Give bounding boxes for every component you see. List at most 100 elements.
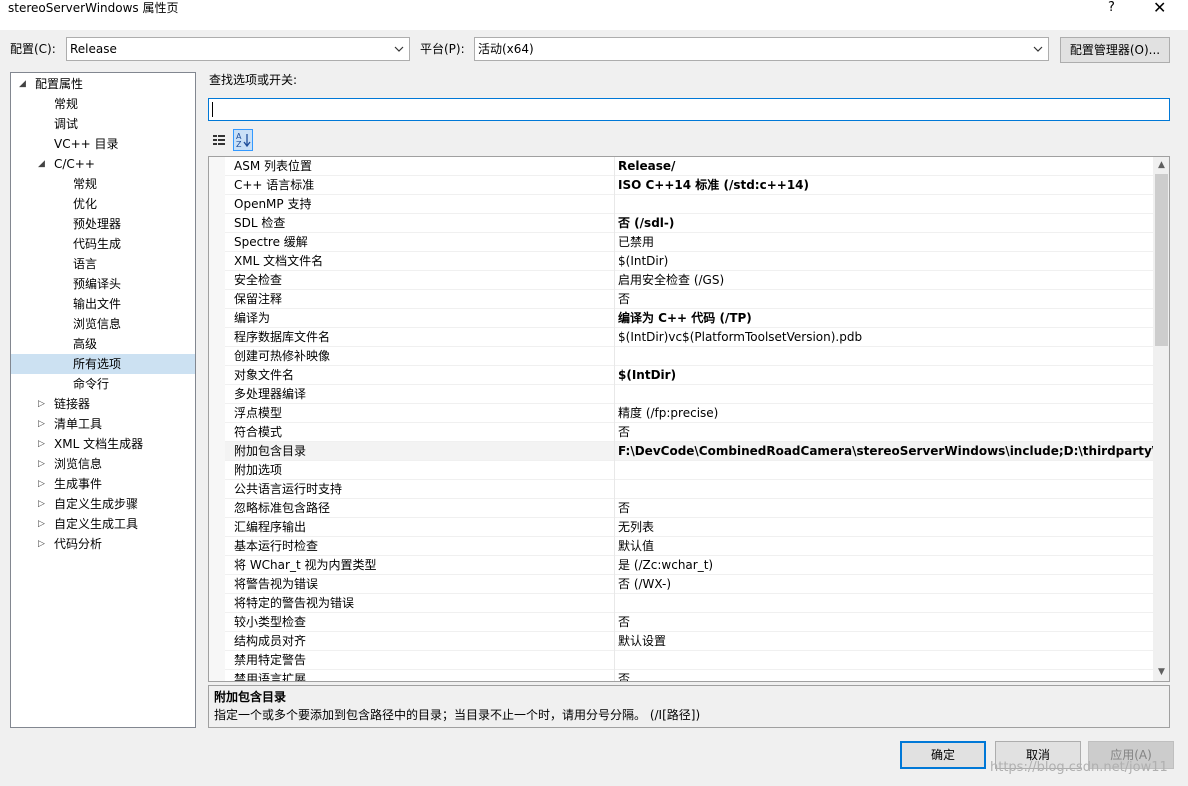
property-row[interactable]: 将警告视为错误 否 (/WX-) [209,575,1153,594]
help-button[interactable]: ? [1108,0,1115,15]
property-row[interactable]: 附加包含目录 F:\DevCode\CombinedRoadCamera\ster… [209,442,1153,461]
property-value[interactable]: F:\DevCode\CombinedRoadCamera\stereoServ… [618,444,1153,459]
property-value[interactable]: Release/ [618,159,1153,174]
expand-arrow-icon[interactable]: ▷ [38,394,45,414]
expand-arrow-icon[interactable]: ▷ [38,494,45,514]
collapse-arrow-icon[interactable]: ◢ [38,154,45,174]
property-row[interactable]: 符合模式 否 [209,423,1153,442]
property-value[interactable]: 编译为 C++ 代码 (/TP) [618,311,1153,326]
config-combo[interactable]: Release [66,37,410,61]
tree-item[interactable]: ▷ 链接器 [11,394,195,414]
property-row[interactable]: 对象文件名 $(IntDir) [209,366,1153,385]
property-value[interactable]: 是 (/Zc:wchar_t) [618,558,1153,573]
property-row[interactable]: 多处理器编译 [209,385,1153,404]
column-separator [614,651,615,670]
tree-item[interactable]: ▷ 生成事件 [11,474,195,494]
tree-item[interactable]: ◢ C/C++ [11,154,195,174]
property-value[interactable]: $(IntDir) [618,254,1153,269]
property-name: 附加包含目录 [234,444,307,458]
property-value[interactable]: 否 (/WX-) [618,577,1153,592]
property-value[interactable]: 已禁用 [618,235,1153,250]
property-row[interactable]: Spectre 缓解 已禁用 [209,233,1153,252]
search-input[interactable] [208,98,1170,121]
property-row[interactable]: 禁用特定警告 [209,651,1153,670]
tree-item[interactable]: ▷ 代码分析 [11,534,195,554]
property-value[interactable]: $(IntDir) [618,368,1153,383]
close-button[interactable]: ✕ [1153,0,1166,17]
tree-item[interactable]: 常规 [11,94,195,114]
property-row[interactable]: XML 文档文件名 $(IntDir) [209,252,1153,271]
row-gutter [209,556,225,575]
column-separator [614,309,615,328]
property-row[interactable]: 安全检查 启用安全检查 (/GS) [209,271,1153,290]
platform-combo[interactable]: 活动(x64) [474,37,1049,61]
property-row[interactable]: 保留注释 否 [209,290,1153,309]
expand-arrow-icon[interactable]: ▷ [38,454,45,474]
property-row[interactable]: 忽略标准包含路径 否 [209,499,1153,518]
expand-arrow-icon[interactable]: ▷ [38,534,45,554]
config-manager-button[interactable]: 配置管理器(O)... [1060,37,1170,63]
tree-item[interactable]: ▷ XML 文档生成器 [11,434,195,454]
tree-item[interactable]: 优化 [11,194,195,214]
scroll-down-icon[interactable]: ▼ [1153,664,1169,681]
tree-item[interactable]: 语言 [11,254,195,274]
tree-item[interactable]: VC++ 目录 [11,134,195,154]
tree-item[interactable]: ▷ 清单工具 [11,414,195,434]
alphabetical-view-button[interactable]: A Z [233,129,253,151]
expand-arrow-icon[interactable]: ▷ [38,434,45,454]
tree-item[interactable]: 所有选项 [11,354,195,374]
property-row[interactable]: 将特定的警告视为错误 [209,594,1153,613]
tree-item[interactable]: 输出文件 [11,294,195,314]
tree-item[interactable]: ▷ 自定义生成步骤 [11,494,195,514]
property-row[interactable]: C++ 语言标准 ISO C++14 标准 (/std:c++14) [209,176,1153,195]
property-row[interactable]: 禁用语言扩展 否 [209,670,1153,681]
property-value[interactable]: 否 (/sdl-) [618,216,1153,231]
property-value[interactable]: 否 [618,425,1153,440]
expand-arrow-icon[interactable]: ▷ [38,514,45,534]
property-value[interactable]: 精度 (/fp:precise) [618,406,1153,421]
property-row[interactable]: 较小类型检查 否 [209,613,1153,632]
property-value[interactable]: 否 [618,501,1153,516]
property-row[interactable]: 编译为 编译为 C++ 代码 (/TP) [209,309,1153,328]
property-value[interactable]: ISO C++14 标准 (/std:c++14) [618,178,1153,193]
property-row[interactable]: 附加选项 [209,461,1153,480]
ok-button[interactable]: 确定 [900,741,986,769]
property-value[interactable]: 默认设置 [618,634,1153,649]
tree-item[interactable]: 常规 [11,174,195,194]
expand-arrow-icon[interactable]: ▷ [38,474,45,494]
property-row[interactable]: 浮点模型 精度 (/fp:precise) [209,404,1153,423]
tree-item[interactable]: ◢ 配置属性 [11,74,195,94]
collapse-arrow-icon[interactable]: ◢ [19,74,26,94]
property-row[interactable]: OpenMP 支持 [209,195,1153,214]
property-value[interactable]: 无列表 [618,520,1153,535]
property-value[interactable]: 默认值 [618,539,1153,554]
property-value[interactable]: 否 [618,615,1153,630]
expand-arrow-icon[interactable]: ▷ [38,414,45,434]
property-row[interactable]: 结构成员对齐 默认设置 [209,632,1153,651]
tree-item[interactable]: 调试 [11,114,195,134]
property-value[interactable]: 否 [618,292,1153,307]
tree-item[interactable]: 代码生成 [11,234,195,254]
property-row[interactable]: SDL 检查 否 (/sdl-) [209,214,1153,233]
tree-item[interactable]: 命令行 [11,374,195,394]
tree-item[interactable]: 预编译头 [11,274,195,294]
scroll-up-icon[interactable]: ▲ [1153,157,1169,174]
property-value[interactable]: 否 [618,672,1153,681]
tree-item[interactable]: 高级 [11,334,195,354]
categorized-view-button[interactable] [209,129,229,151]
property-value[interactable]: $(IntDir)vc$(PlatformToolsetVersion).pdb [618,330,1153,345]
tree-item[interactable]: ▷ 浏览信息 [11,454,195,474]
property-row[interactable]: 将 WChar_t 视为内置类型 是 (/Zc:wchar_t) [209,556,1153,575]
tree-item[interactable]: ▷ 自定义生成工具 [11,514,195,534]
grid-scrollbar[interactable]: ▲ ▼ [1153,157,1169,681]
property-row[interactable]: 基本运行时检查 默认值 [209,537,1153,556]
scroll-thumb[interactable] [1155,174,1168,346]
property-row[interactable]: 公共语言运行时支持 [209,480,1153,499]
tree-item[interactable]: 预处理器 [11,214,195,234]
property-row[interactable]: 程序数据库文件名 $(IntDir)vc$(PlatformToolsetVers… [209,328,1153,347]
property-row[interactable]: 创建可热修补映像 [209,347,1153,366]
property-row[interactable]: ASM 列表位置 Release/ [209,157,1153,176]
property-row[interactable]: 汇编程序输出 无列表 [209,518,1153,537]
tree-item[interactable]: 浏览信息 [11,314,195,334]
property-value[interactable]: 启用安全检查 (/GS) [618,273,1153,288]
